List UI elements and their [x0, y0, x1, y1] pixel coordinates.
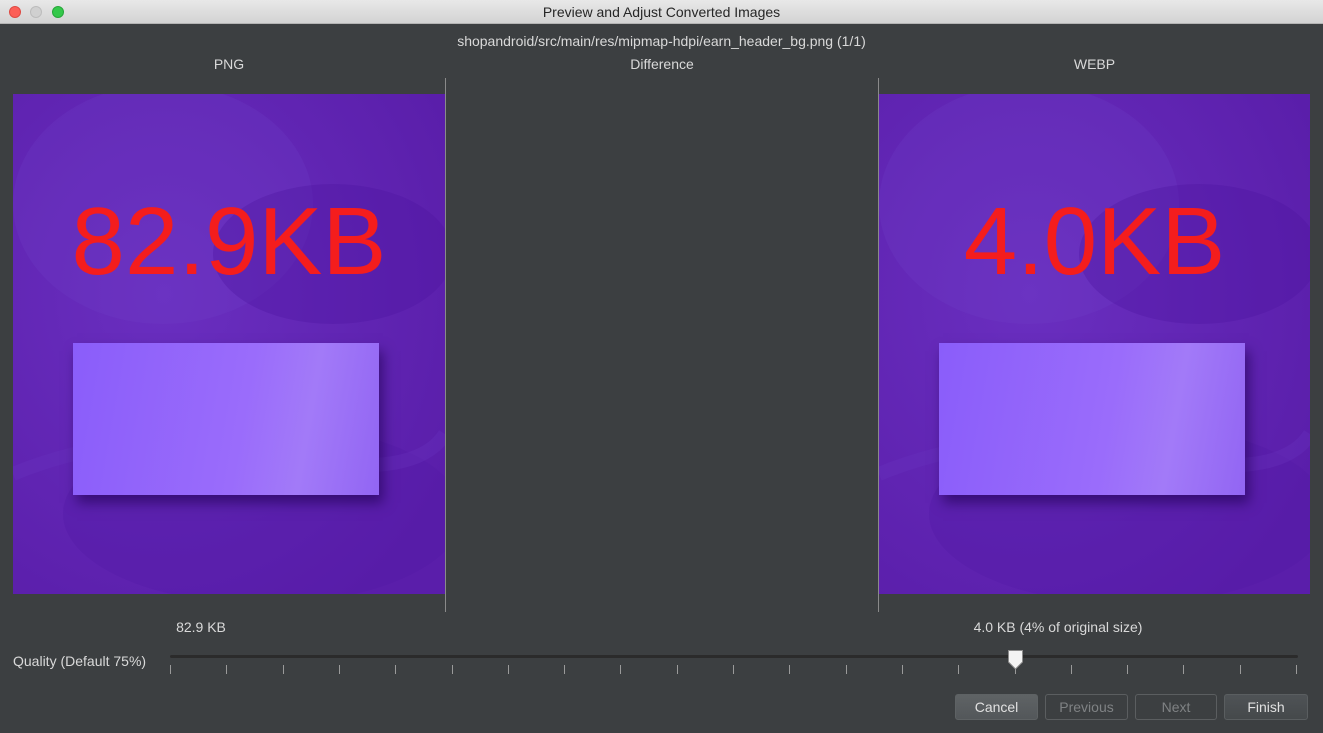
slider-tick	[170, 665, 171, 674]
slider-tick	[733, 665, 734, 674]
quality-label: Quality (Default 75%)	[13, 653, 147, 669]
slider-tick	[958, 665, 959, 674]
slider-tick	[452, 665, 453, 674]
original-format-label: PNG	[213, 56, 245, 72]
slider-tick	[620, 665, 621, 674]
slider-tick	[226, 665, 227, 674]
original-size-overlay: 82.9KB	[71, 188, 387, 295]
slider-tick	[395, 665, 396, 674]
slider-tick	[283, 665, 284, 674]
slider-tick	[1296, 665, 1297, 674]
slider-tick	[1183, 665, 1184, 674]
slider-tick	[1127, 665, 1128, 674]
slider-tick	[1240, 665, 1241, 674]
file-path-label: shopandroid/src/main/res/mipmap-hdpi/ear…	[457, 33, 866, 49]
preview-card-graphic	[73, 343, 379, 495]
next-button[interactable]: Next	[1135, 694, 1217, 720]
preview-card-graphic	[939, 343, 1245, 495]
quality-slider[interactable]	[170, 645, 1298, 679]
slider-tick	[339, 665, 340, 674]
converted-format-label: WEBP	[1073, 56, 1116, 72]
slider-tick	[508, 665, 509, 674]
previous-button[interactable]: Previous	[1045, 694, 1128, 720]
converted-size-label: 4.0 KB (4% of original size)	[973, 619, 1143, 635]
original-size-label: 82.9 KB	[176, 619, 226, 635]
slider-tick	[677, 665, 678, 674]
original-image-preview: 82.9KB	[13, 94, 445, 594]
window-title-bar: Preview and Adjust Converted Images	[0, 0, 1323, 24]
cancel-button[interactable]: Cancel	[955, 694, 1038, 720]
converted-image-preview: 4.0KB	[879, 94, 1310, 594]
slider-tick	[902, 665, 903, 674]
finish-button[interactable]: Finish	[1224, 694, 1308, 720]
converted-size-overlay: 4.0KB	[963, 188, 1226, 295]
slider-ticks	[170, 665, 1298, 675]
difference-label: Difference	[630, 56, 694, 72]
window-title: Preview and Adjust Converted Images	[542, 4, 781, 20]
slider-tick	[846, 665, 847, 674]
slider-tick	[564, 665, 565, 674]
slider-track[interactable]	[170, 655, 1298, 658]
slider-tick	[789, 665, 790, 674]
panel-divider	[445, 78, 446, 612]
slider-thumb[interactable]	[1007, 649, 1024, 671]
slider-tick	[1071, 665, 1072, 674]
